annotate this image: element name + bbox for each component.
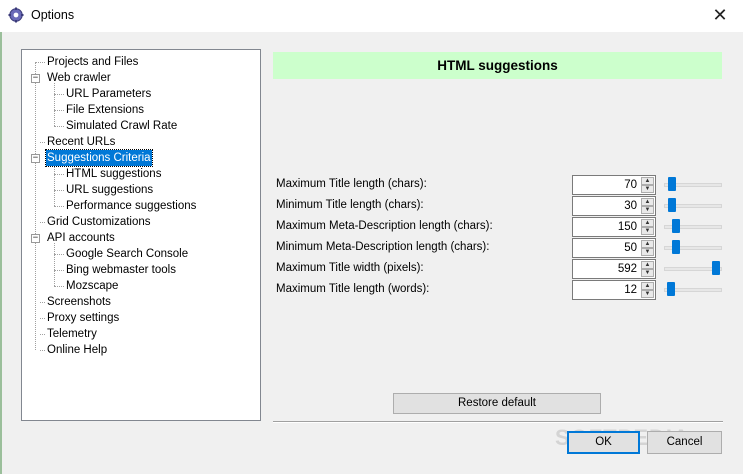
ok-button[interactable]: OK xyxy=(567,431,640,454)
tree-expander-icon[interactable]: − xyxy=(31,154,40,163)
tree-line xyxy=(54,83,55,126)
spin-up-icon[interactable]: ▲ xyxy=(641,282,654,290)
cancel-button[interactable]: Cancel xyxy=(647,431,722,454)
slider-thumb[interactable] xyxy=(712,261,720,275)
tree-expander-icon[interactable]: − xyxy=(31,234,40,243)
min-meta-description-length-slider[interactable] xyxy=(664,237,722,257)
tree-line xyxy=(54,270,64,271)
tree-line xyxy=(35,62,36,350)
tree-item-telemetry[interactable]: Telemetry xyxy=(46,326,98,342)
tree-item-grid-customizations[interactable]: Grid Customizations xyxy=(46,214,152,230)
max-title-length-words-spinner[interactable]: 12 ▲ ▼ xyxy=(572,280,656,300)
restore-default-button[interactable]: Restore default xyxy=(393,393,601,414)
tree-line xyxy=(40,142,45,143)
min-meta-description-length-spinner[interactable]: 50 ▲ ▼ xyxy=(572,238,656,258)
spin-up-icon[interactable]: ▲ xyxy=(641,219,654,227)
tree-item-url-suggestions[interactable]: URL suggestions xyxy=(65,182,154,198)
slider-thumb[interactable] xyxy=(668,177,676,191)
tree-line xyxy=(54,126,64,127)
tree-item-file-extensions[interactable]: File Extensions xyxy=(65,102,145,118)
tree-item-recent-urls[interactable]: Recent URLs xyxy=(46,134,116,150)
tree-item-web-crawler[interactable]: Web crawler xyxy=(46,70,112,86)
setting-label: Maximum Title length (words): xyxy=(276,283,430,295)
tree-item-url-parameters[interactable]: URL Parameters xyxy=(65,86,152,102)
tree-item-suggestions-criteria[interactable]: Suggestions Criteria xyxy=(45,149,153,167)
tree-item-simulated-crawl-rate[interactable]: Simulated Crawl Rate xyxy=(65,118,178,134)
max-meta-description-length-spinner[interactable]: 150 ▲ ▼ xyxy=(572,217,656,237)
spin-down-icon[interactable]: ▼ xyxy=(641,206,654,214)
tree-line xyxy=(40,350,45,351)
max-title-length-chars-slider[interactable] xyxy=(664,174,722,194)
spinner-value[interactable]: 70 xyxy=(624,176,637,194)
slider-thumb[interactable] xyxy=(667,282,675,296)
tree-line xyxy=(54,243,55,286)
options-tree[interactable]: − − − Projects and Files Web crawler URL… xyxy=(21,49,261,421)
setting-label: Maximum Meta-Description length (chars): xyxy=(276,220,493,232)
tree-item-html-suggestions[interactable]: HTML suggestions xyxy=(65,166,162,182)
spin-down-icon[interactable]: ▼ xyxy=(641,290,654,298)
tree-line xyxy=(35,62,45,63)
tree-item-screenshots[interactable]: Screenshots xyxy=(46,294,112,310)
spin-up-icon[interactable]: ▲ xyxy=(641,240,654,248)
tree-item-performance-suggestions[interactable]: Performance suggestions xyxy=(65,198,197,214)
tree-item-api-accounts[interactable]: API accounts xyxy=(46,230,116,246)
spinner-value[interactable]: 30 xyxy=(624,197,637,215)
setting-label: Maximum Title length (chars): xyxy=(276,178,427,190)
tree-line xyxy=(54,254,64,255)
tree-line xyxy=(40,334,45,335)
tree-line xyxy=(40,318,45,319)
window-title: Options xyxy=(31,8,75,22)
spin-up-icon[interactable]: ▲ xyxy=(641,198,654,206)
tree-item-proxy-settings[interactable]: Proxy settings xyxy=(46,310,120,326)
min-title-length-chars-slider[interactable] xyxy=(664,195,722,215)
min-title-length-chars-spinner[interactable]: 30 ▲ ▼ xyxy=(572,196,656,216)
max-title-length-words-slider[interactable] xyxy=(664,279,722,299)
max-title-length-chars-spinner[interactable]: 70 ▲ ▼ xyxy=(572,175,656,195)
spin-up-icon[interactable]: ▲ xyxy=(641,261,654,269)
setting-label: Maximum Title width (pixels): xyxy=(276,262,424,274)
tree-line xyxy=(54,163,55,206)
max-meta-description-length-slider[interactable] xyxy=(664,216,722,236)
spinner-value[interactable]: 150 xyxy=(618,218,637,236)
slider-thumb[interactable] xyxy=(672,219,680,233)
spin-down-icon[interactable]: ▼ xyxy=(641,248,654,256)
setting-label: Minimum Meta-Description length (chars): xyxy=(276,241,490,253)
spinner-value[interactable]: 12 xyxy=(624,281,637,299)
spin-down-icon[interactable]: ▼ xyxy=(641,185,654,193)
window-edge xyxy=(0,32,2,474)
slider-thumb[interactable] xyxy=(672,240,680,254)
tree-item-projects-and-files[interactable]: Projects and Files xyxy=(46,54,139,70)
close-icon[interactable]: ✕ xyxy=(697,0,743,32)
tree-line xyxy=(54,110,64,111)
title-bar: Options ✕ xyxy=(0,0,743,32)
tree-item-mozscape[interactable]: Mozscape xyxy=(65,278,119,294)
tree-line xyxy=(54,286,64,287)
tree-item-google-search-console[interactable]: Google Search Console xyxy=(65,246,189,262)
spinner-value[interactable]: 50 xyxy=(624,239,637,257)
spin-down-icon[interactable]: ▼ xyxy=(641,227,654,235)
gear-icon xyxy=(8,7,24,23)
tree-line xyxy=(54,94,64,95)
tree-line xyxy=(54,174,64,175)
tree-line xyxy=(54,206,64,207)
max-title-width-pixels-spinner[interactable]: 592 ▲ ▼ xyxy=(572,259,656,279)
spin-down-icon[interactable]: ▼ xyxy=(641,269,654,277)
tree-expander-icon[interactable]: − xyxy=(31,74,40,83)
panel-title: HTML suggestions xyxy=(273,52,722,79)
tree-line xyxy=(40,222,45,223)
tree-item-online-help[interactable]: Online Help xyxy=(46,342,108,358)
setting-label: Minimum Title length (chars): xyxy=(276,199,424,211)
tree-line xyxy=(40,302,45,303)
max-title-width-pixels-slider[interactable] xyxy=(664,258,722,278)
spinner-value[interactable]: 592 xyxy=(618,260,637,278)
footer-separator xyxy=(273,421,723,423)
tree-item-bing-webmaster-tools[interactable]: Bing webmaster tools xyxy=(65,262,177,278)
tree-line xyxy=(54,190,64,191)
spin-up-icon[interactable]: ▲ xyxy=(641,177,654,185)
slider-thumb[interactable] xyxy=(668,198,676,212)
